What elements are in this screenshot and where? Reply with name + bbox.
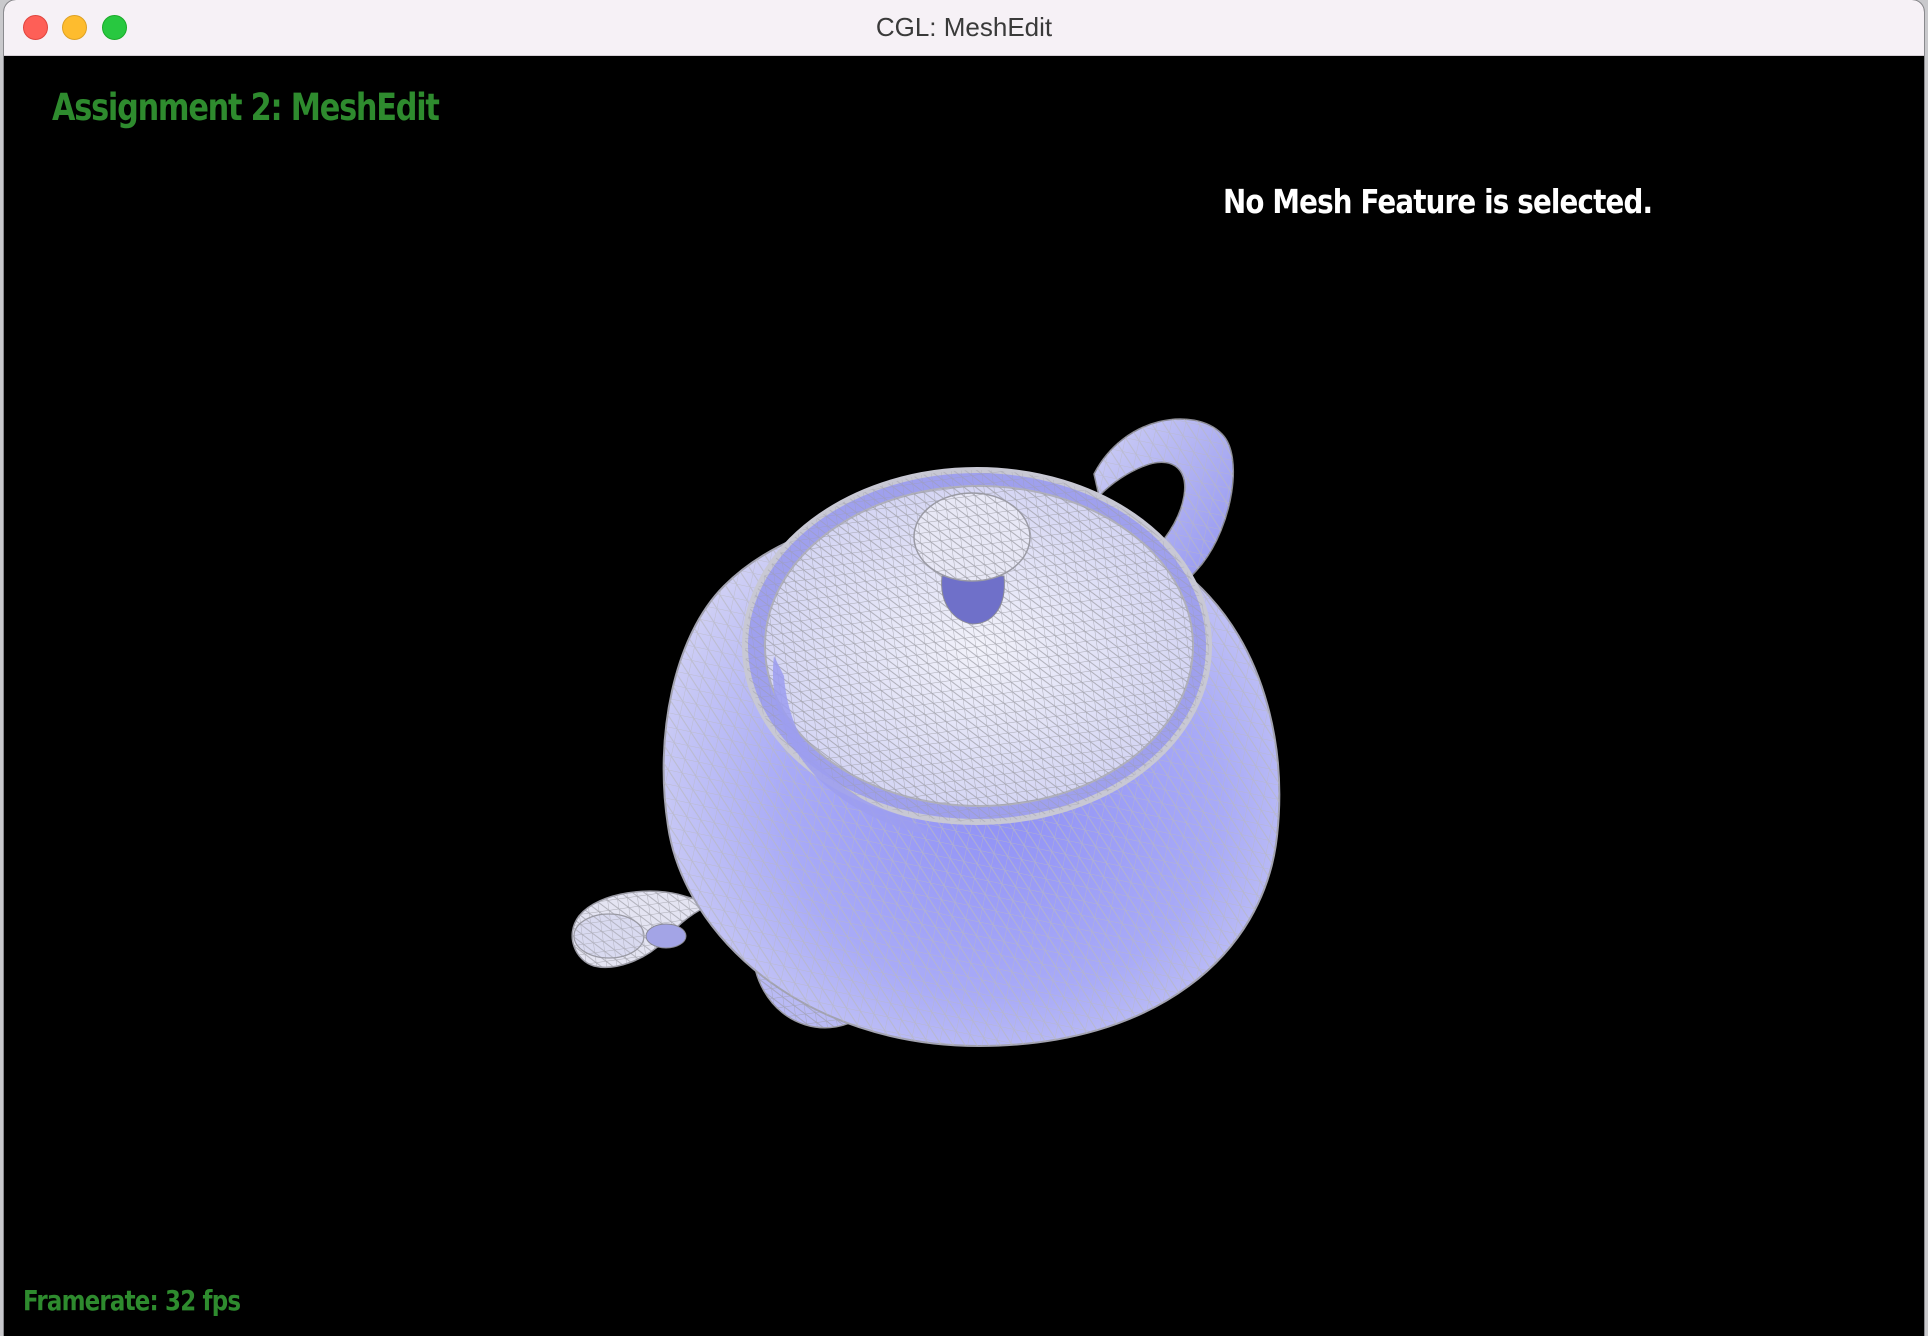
window-title: CGL: MeshEdit <box>875 12 1053 42</box>
title-bar[interactable]: CGL: MeshEdit <box>4 0 1924 56</box>
teapot-mesh[interactable] <box>4 56 1924 1336</box>
app-window: CGL: MeshEdit Assignment 2: MeshEdit No … <box>4 0 1924 1336</box>
assignment-title: Assignment 2: MeshEdit <box>52 86 440 129</box>
selection-status-text: No Mesh Feature is selected. <box>1223 182 1653 221</box>
render-viewport[interactable]: Assignment 2: MeshEdit No Mesh Feature i… <box>4 56 1924 1336</box>
framerate-readout: Framerate: 32 fps <box>23 1284 241 1317</box>
